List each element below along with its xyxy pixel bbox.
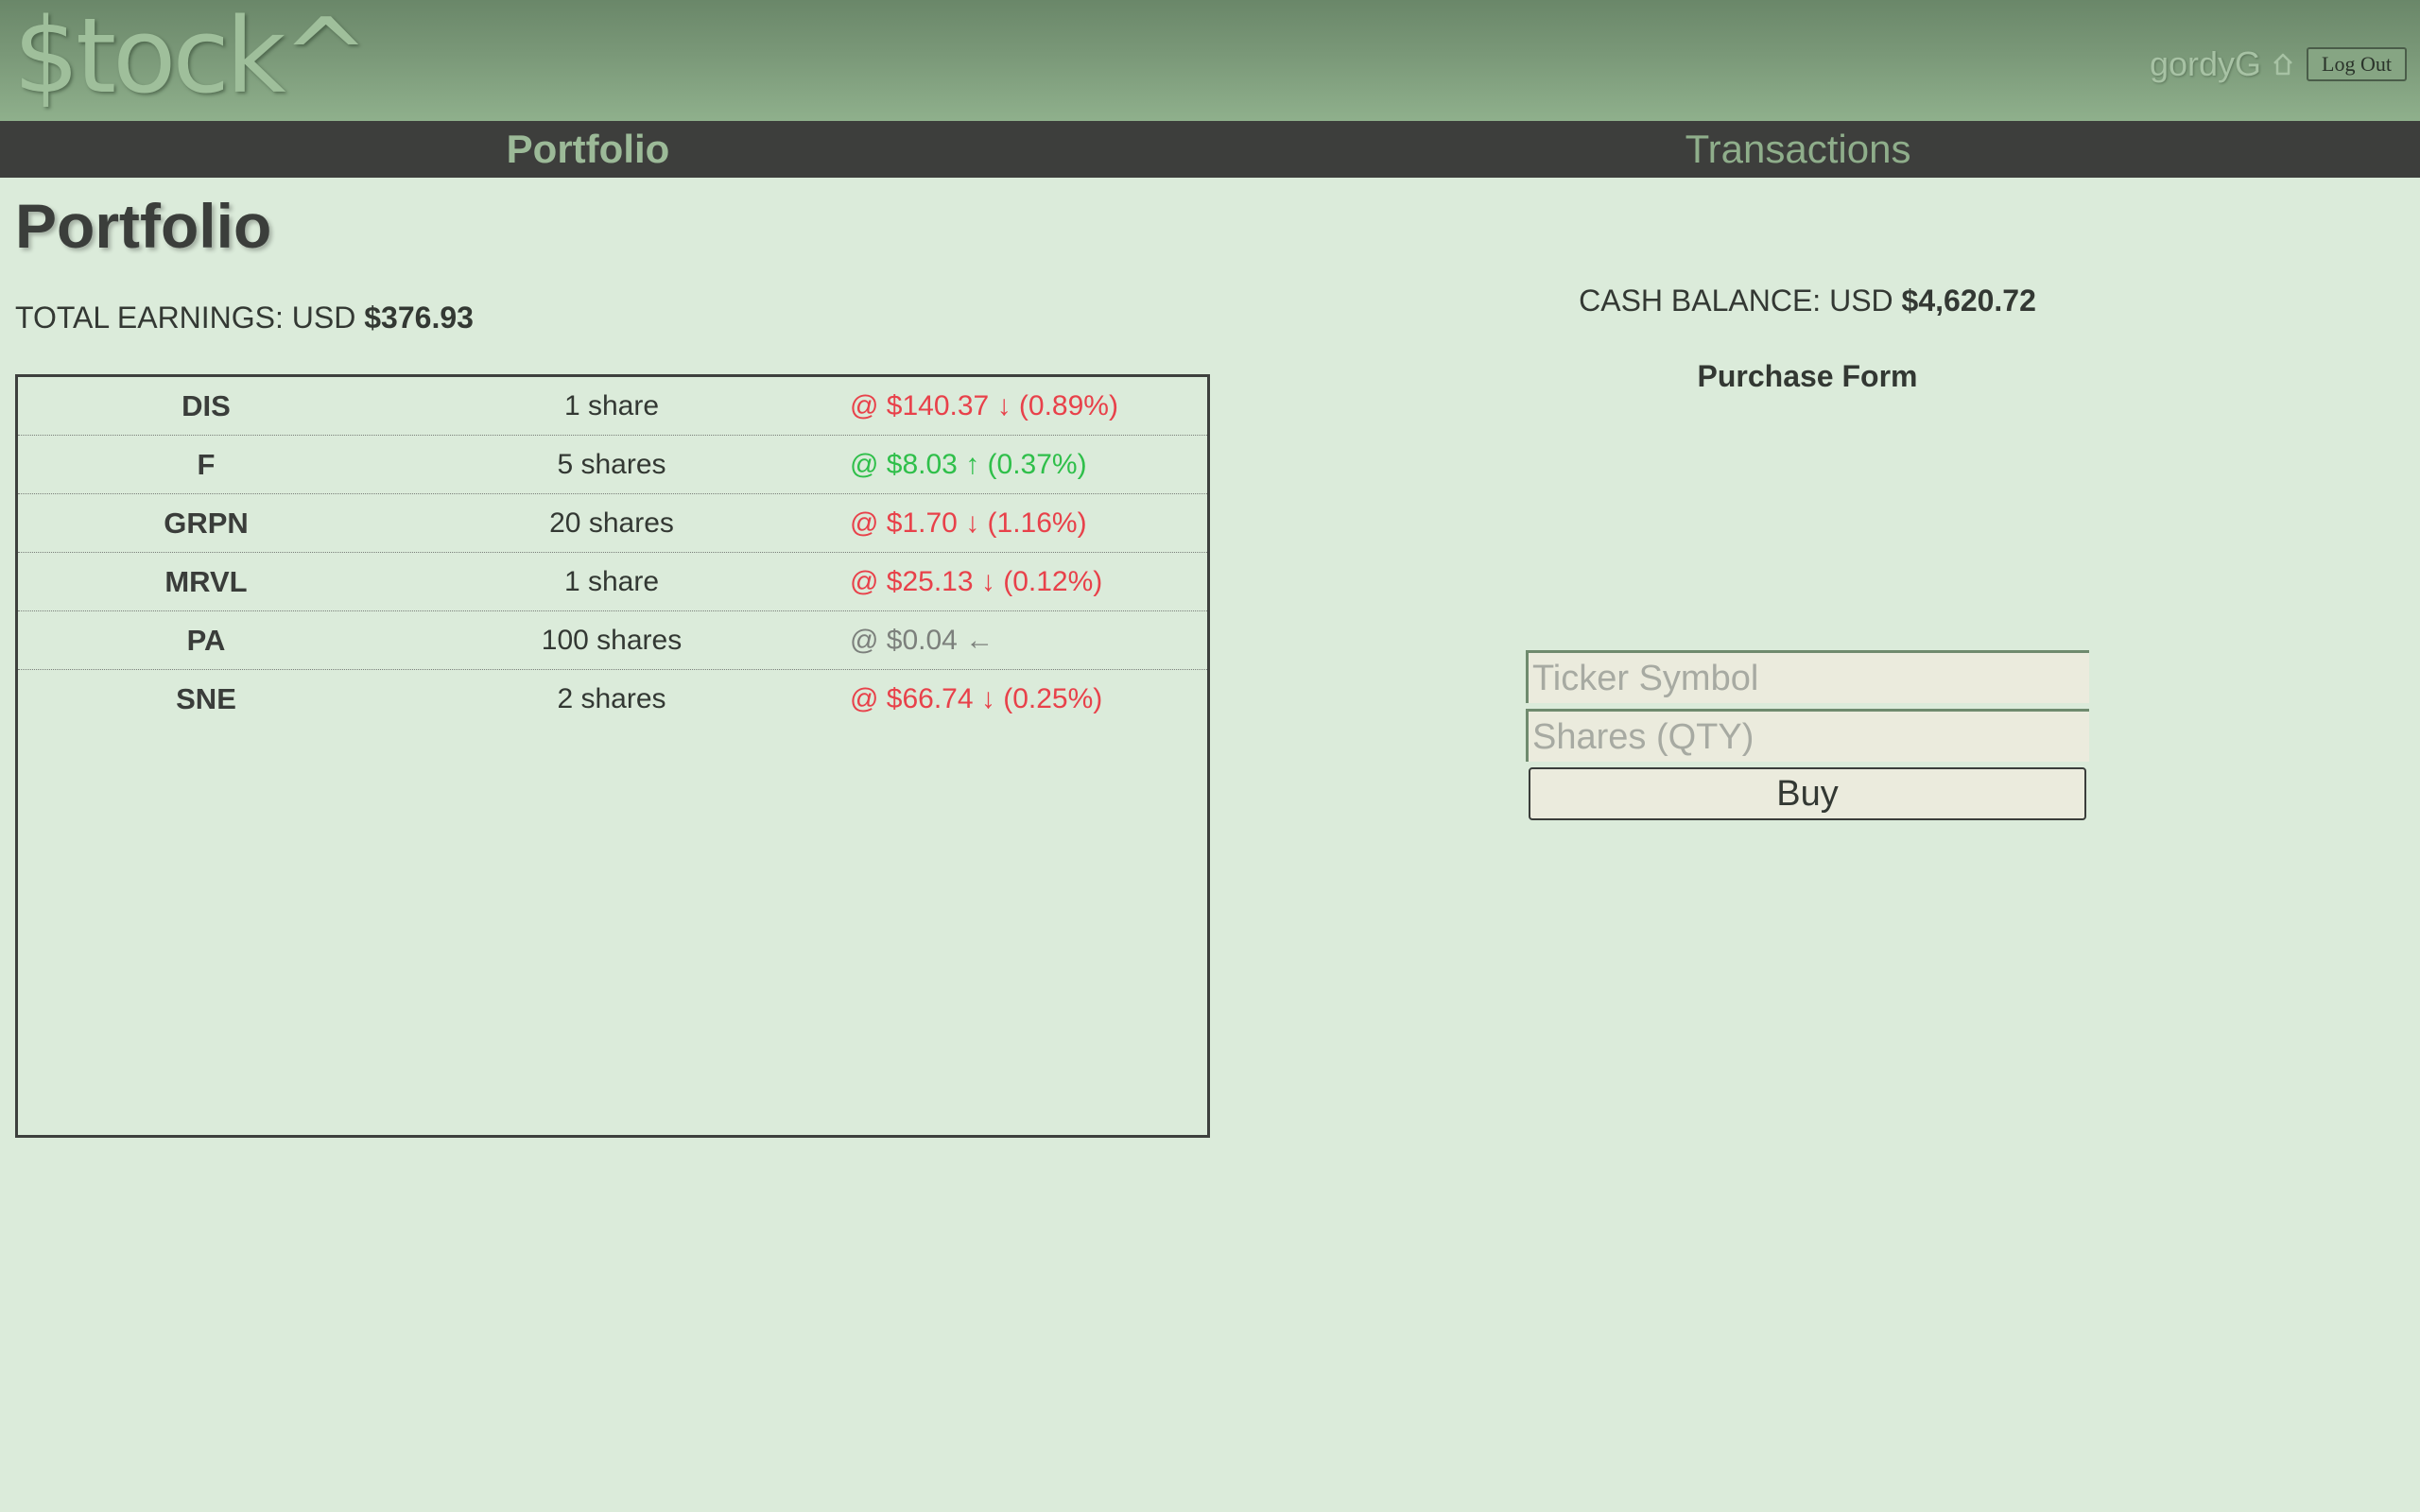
holding-ticker: SNE (176, 682, 236, 715)
holding-price: @ $66.74 ↓ (0.25%) (850, 683, 1103, 714)
holding-price: @ $8.03 ↑ (0.37%) (850, 449, 1087, 480)
main-nav: Portfolio Transactions (0, 121, 2420, 178)
holdings-table: DIS 1 share @ $140.37 ↓ (0.89%) F 5 shar… (15, 374, 1210, 1138)
holding-shares: 2 shares (557, 683, 666, 714)
holding-shares: 100 shares (541, 625, 683, 656)
holding-price: @ $1.70 ↓ (1.16%) (850, 507, 1087, 539)
username[interactable]: gordyG (2150, 44, 2261, 84)
holding-row[interactable]: DIS 1 share @ $140.37 ↓ (0.89%) (18, 377, 1207, 436)
tab-portfolio[interactable]: Portfolio (0, 121, 1176, 178)
holding-price: @ $25.13 ↓ (0.12%) (850, 566, 1103, 597)
buy-button[interactable]: Buy (1529, 767, 2086, 820)
holding-row[interactable]: MRVL 1 share @ $25.13 ↓ (0.12%) (18, 553, 1207, 611)
holding-shares: 20 shares (549, 507, 674, 539)
holding-shares: 1 share (563, 566, 660, 597)
purchase-form-title: Purchase Form (1697, 359, 1918, 393)
total-earnings: TOTAL EARNINGS: USD $376.93 (15, 299, 474, 336)
holding-row[interactable]: PA 100 shares @ $0.04 ← (18, 611, 1207, 670)
holding-ticker: GRPN (164, 507, 249, 540)
holding-ticker: DIS (182, 389, 231, 422)
holding-row[interactable]: F 5 shares @ $8.03 ↑ (0.37%) (18, 436, 1207, 494)
holding-row[interactable]: SNE 2 shares @ $66.74 ↓ (0.25%) (18, 670, 1207, 729)
tab-transactions[interactable]: Transactions (1176, 121, 2420, 178)
holding-price: @ $140.37 ↓ (0.89%) (850, 390, 1118, 421)
holding-ticker: MRVL (164, 565, 248, 598)
app-header: $tock^ gordyG Log Out (0, 0, 2420, 121)
holding-shares: 5 shares (557, 449, 666, 480)
cash-balance: CASH BALANCE: USD $4,620.72 (1210, 282, 2405, 319)
holding-price: @ $0.04 ← (850, 625, 994, 656)
earnings-label: TOTAL EARNINGS: USD (15, 301, 365, 335)
cash-value: $4,620.72 (1901, 284, 2036, 318)
ticker-symbol-input[interactable]: Ticker Symbol (1526, 650, 2089, 703)
home-icon[interactable] (2273, 53, 2293, 76)
holding-row[interactable]: GRPN 20 shares @ $1.70 ↓ (1.16%) (18, 494, 1207, 553)
holding-shares: 1 share (563, 390, 660, 421)
holding-ticker: F (197, 448, 216, 481)
earnings-value: $376.93 (364, 301, 474, 335)
cash-label: CASH BALANCE: USD (1579, 284, 1902, 318)
app-logo[interactable]: $tock^ (13, 0, 370, 115)
logout-button[interactable]: Log Out (2307, 47, 2407, 81)
holding-ticker: PA (186, 624, 226, 657)
user-area: gordyG Log Out (2150, 42, 2407, 87)
shares-qty-input[interactable]: Shares (QTY) (1526, 709, 2089, 762)
page-title: Portfolio (15, 191, 272, 261)
